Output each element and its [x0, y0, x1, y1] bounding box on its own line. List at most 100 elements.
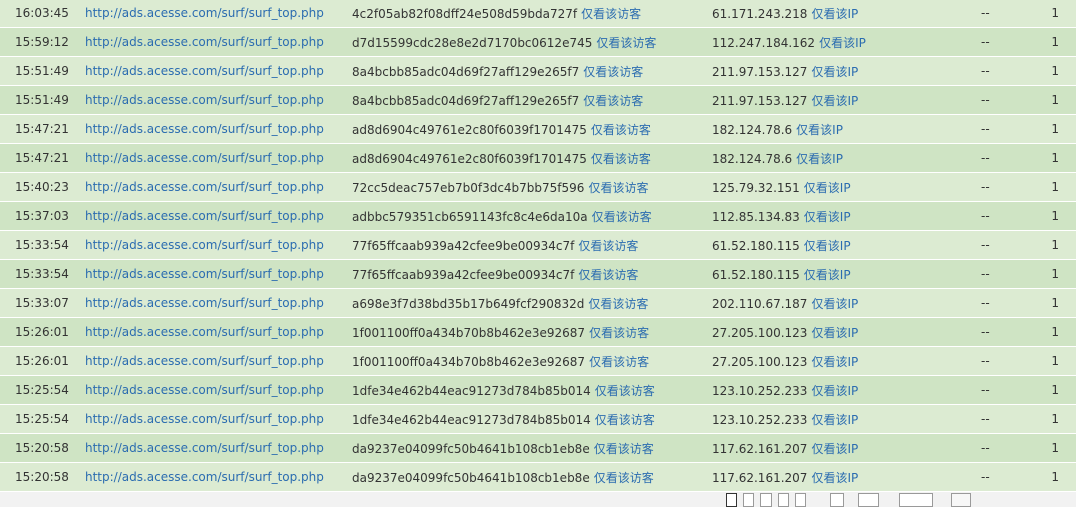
filter-ip-link[interactable]: 仅看该IP [811, 413, 858, 427]
filter-visitor-link[interactable]: 仅看该访客 [595, 413, 655, 427]
filter-ip-link[interactable]: 仅看该IP [804, 268, 851, 282]
page-url-link[interactable]: http://ads.acesse.com/surf/surf_top.php [85, 35, 324, 49]
page-url-link[interactable]: http://ads.acesse.com/surf/surf_top.php [85, 267, 324, 281]
filter-ip-link[interactable]: 仅看该IP [796, 152, 843, 166]
filter-ip-link[interactable]: 仅看该IP [804, 210, 851, 224]
count-cell: 1 [1029, 317, 1076, 347]
visit-time: 15:40:23 [0, 172, 85, 202]
ip-cell: 202.110.67.187 仅看该IP [712, 288, 981, 318]
page-url-link[interactable]: http://ads.acesse.com/surf/surf_top.php [85, 151, 324, 165]
filter-ip-link[interactable]: 仅看该IP [811, 471, 858, 485]
count-cell: 1 [1029, 172, 1076, 202]
filter-visitor-link[interactable]: 仅看该访客 [578, 268, 638, 282]
source-cell: -- [981, 172, 1029, 202]
page-url-cell: http://ads.acesse.com/surf/surf_top.php [85, 114, 352, 144]
filter-ip-link[interactable]: 仅看该IP [811, 384, 858, 398]
page-url-link[interactable]: http://ads.acesse.com/surf/surf_top.php [85, 325, 324, 339]
filter-ip-link[interactable]: 仅看该IP [811, 355, 858, 369]
page-jump-input[interactable] [899, 493, 934, 507]
page-url-link[interactable]: http://ads.acesse.com/surf/surf_top.php [85, 122, 324, 136]
count-cell: 1 [1029, 85, 1076, 115]
count-cell: 1 [1029, 375, 1076, 405]
filter-ip-link[interactable]: 仅看该IP [811, 94, 858, 108]
source-cell: -- [981, 56, 1029, 86]
page-button[interactable] [726, 493, 738, 507]
page-button[interactable] [777, 493, 789, 507]
table-row: 15:20:58 http://ads.acesse.com/surf/surf_… [0, 433, 1076, 463]
filter-visitor-link[interactable]: 仅看该访客 [596, 36, 656, 50]
filter-ip-link[interactable]: 仅看该IP [811, 65, 858, 79]
count-cell: 1 [1029, 433, 1076, 463]
page-url-cell: http://ads.acesse.com/surf/surf_top.php [85, 143, 352, 173]
filter-ip-link[interactable]: 仅看该IP [819, 36, 866, 50]
page-url-link[interactable]: http://ads.acesse.com/surf/surf_top.php [85, 296, 324, 310]
page-url-link[interactable]: http://ads.acesse.com/surf/surf_top.php [85, 383, 324, 397]
visit-time: 15:47:21 [0, 143, 85, 173]
page-url-link[interactable]: http://ads.acesse.com/surf/surf_top.php [85, 64, 324, 78]
filter-ip-link[interactable]: 仅看该IP [804, 239, 851, 253]
filter-ip-link[interactable]: 仅看该IP [811, 297, 858, 311]
visitor-cell: ad8d6904c49761e2c80f6039f1701475 仅看该访客 [352, 114, 712, 144]
ip-cell: 123.10.252.233 仅看该IP [712, 404, 981, 434]
visit-time: 15:59:12 [0, 27, 85, 57]
visit-time: 16:03:45 [0, 0, 85, 28]
page-url-link[interactable]: http://ads.acesse.com/surf/surf_top.php [85, 93, 324, 107]
filter-ip-link[interactable]: 仅看该IP [804, 181, 851, 195]
page-url-link[interactable]: http://ads.acesse.com/surf/surf_top.php [85, 238, 324, 252]
filter-ip-link[interactable]: 仅看该IP [796, 123, 843, 137]
filter-ip-link[interactable]: 仅看该IP [811, 442, 858, 456]
filter-visitor-link[interactable]: 仅看该访客 [578, 239, 638, 253]
page-url-link[interactable]: http://ads.acesse.com/surf/surf_top.php [85, 180, 324, 194]
table-row: 16:03:45 http://ads.acesse.com/surf/surf_… [0, 0, 1076, 28]
visitor-id: a698e3f7d38bd35b17b649fcf290832d [352, 296, 585, 311]
ip-address: 117.62.161.207 [712, 441, 808, 456]
filter-visitor-link[interactable]: 仅看该访客 [583, 94, 643, 108]
filter-visitor-link[interactable]: 仅看该访客 [591, 123, 651, 137]
page-url-link[interactable]: http://ads.acesse.com/surf/surf_top.php [85, 441, 324, 455]
page-url-link[interactable]: http://ads.acesse.com/surf/surf_top.php [85, 6, 324, 20]
filter-visitor-link[interactable]: 仅看该访客 [589, 326, 649, 340]
visit-log-table: 16:03:45 http://ads.acesse.com/surf/surf_… [0, 0, 1076, 492]
page-button[interactable] [794, 493, 806, 507]
source-cell: -- [981, 0, 1029, 28]
source-cell: -- [981, 404, 1029, 434]
page-url-link[interactable]: http://ads.acesse.com/surf/surf_top.php [85, 412, 324, 426]
filter-visitor-link[interactable]: 仅看该访客 [594, 471, 654, 485]
page-url-cell: http://ads.acesse.com/surf/surf_top.php [85, 56, 352, 86]
ip-address: 112.85.134.83 [712, 209, 800, 224]
filter-visitor-link[interactable]: 仅看该访客 [589, 355, 649, 369]
ip-cell: 211.97.153.127 仅看该IP [712, 85, 981, 115]
page-button[interactable] [743, 493, 755, 507]
filter-visitor-link[interactable]: 仅看该访客 [591, 152, 651, 166]
visitor-cell: ad8d6904c49761e2c80f6039f1701475 仅看该访客 [352, 143, 712, 173]
table-row: 15:25:54 http://ads.acesse.com/surf/surf_… [0, 375, 1076, 405]
table-row: 15:51:49 http://ads.acesse.com/surf/surf_… [0, 85, 1076, 115]
table-row: 15:33:07 http://ads.acesse.com/surf/surf_… [0, 288, 1076, 318]
page-jump-button[interactable] [951, 493, 972, 507]
filter-visitor-link[interactable]: 仅看该访客 [581, 7, 641, 21]
filter-visitor-link[interactable]: 仅看该访客 [595, 384, 655, 398]
page-button[interactable] [829, 493, 845, 507]
filter-ip-link[interactable]: 仅看该IP [811, 7, 858, 21]
page-url-link[interactable]: http://ads.acesse.com/surf/surf_top.php [85, 354, 324, 368]
filter-visitor-link[interactable]: 仅看该访客 [588, 181, 648, 195]
page-url-link[interactable]: http://ads.acesse.com/surf/surf_top.php [85, 209, 324, 223]
filter-visitor-link[interactable]: 仅看该访客 [583, 65, 643, 79]
visitor-cell: 77f65ffcaab939a42cfee9be00934c7f 仅看该访客 [352, 259, 712, 289]
visitor-cell: 8a4bcbb85adc04d69f27aff129e265f7 仅看该访客 [352, 56, 712, 86]
page-button[interactable] [858, 493, 880, 507]
table-row: 15:33:54 http://ads.acesse.com/surf/surf_… [0, 230, 1076, 260]
filter-ip-link[interactable]: 仅看该IP [811, 326, 858, 340]
ip-address: 123.10.252.233 [712, 412, 808, 427]
filter-visitor-link[interactable]: 仅看该访客 [588, 297, 648, 311]
page-button[interactable] [760, 493, 772, 507]
filter-visitor-link[interactable]: 仅看该访客 [594, 442, 654, 456]
page-url-link[interactable]: http://ads.acesse.com/surf/surf_top.php [85, 470, 324, 484]
ip-address: 182.124.78.6 [712, 151, 793, 166]
count-cell: 1 [1029, 143, 1076, 173]
ip-address: 61.171.243.218 [712, 6, 808, 21]
count-cell: 1 [1029, 114, 1076, 144]
visitor-cell: 1dfe34e462b44eac91273d784b85b014 仅看该访客 [352, 375, 712, 405]
filter-visitor-link[interactable]: 仅看该访客 [592, 210, 652, 224]
ip-address: 202.110.67.187 [712, 296, 808, 311]
